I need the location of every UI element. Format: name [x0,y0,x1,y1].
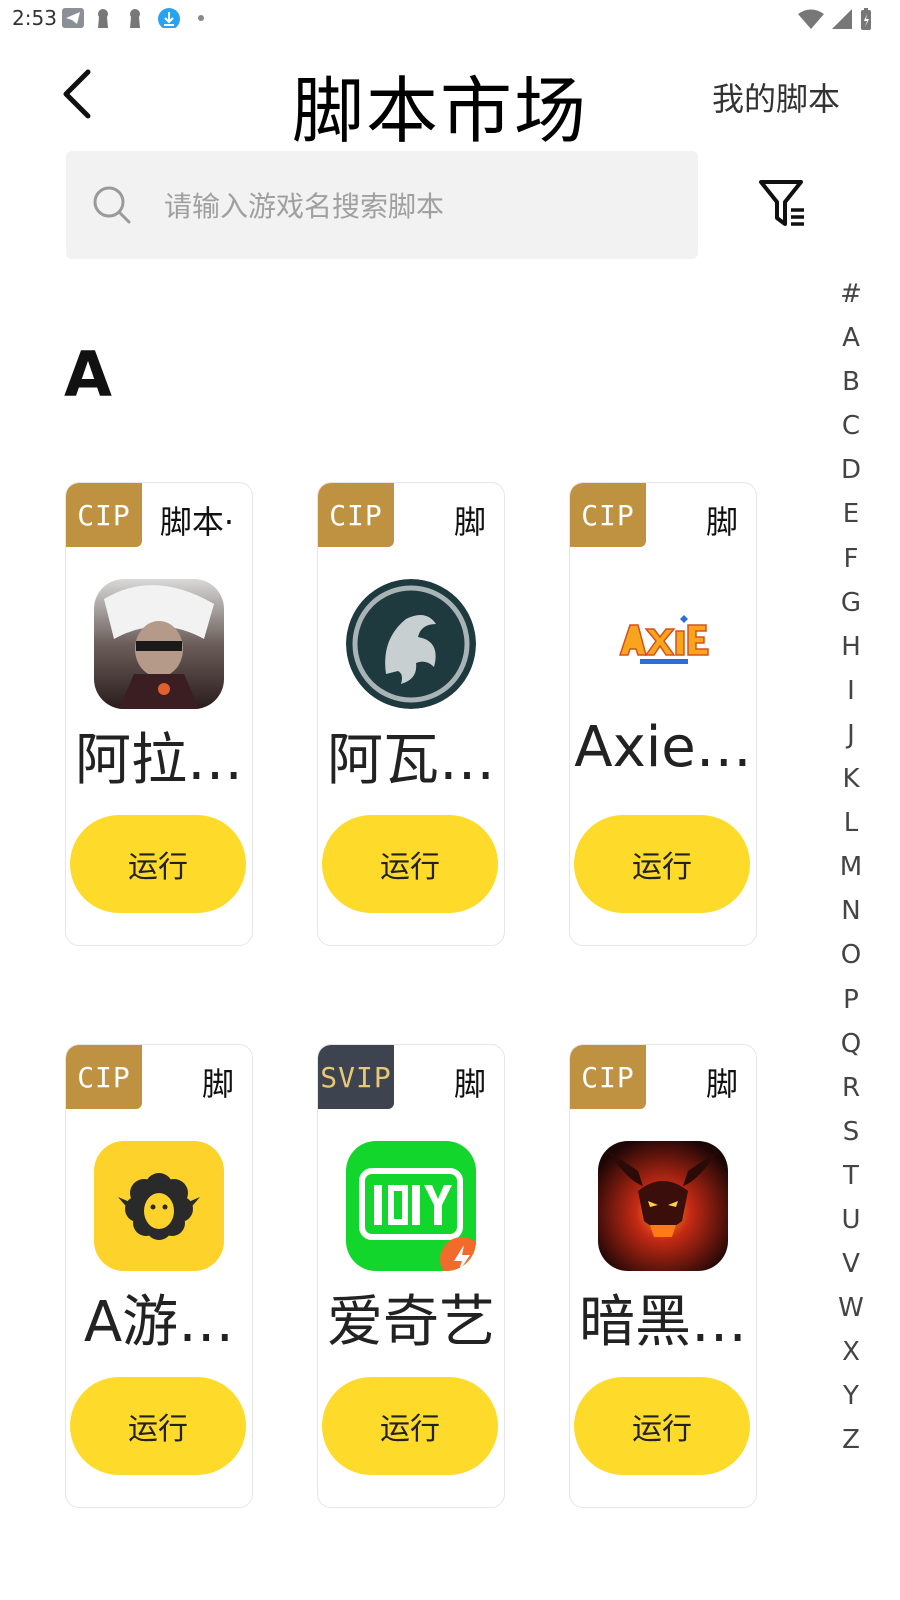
index-letter[interactable]: Z [830,1418,872,1462]
cip-badge: CIP [318,483,394,547]
cip-badge: CIP [66,1045,142,1109]
index-letter[interactable]: A [830,316,872,360]
keyhole-notification-icon-2 [130,9,140,28]
index-letter[interactable]: T [830,1154,872,1198]
card-tag: 脚本· [159,503,234,541]
index-letter[interactable]: G [830,581,872,625]
wifi-icon [798,9,824,29]
cip-badge: CIP [570,483,646,547]
iqiyi-app-icon [346,1141,476,1271]
index-letter[interactable]: Q [830,1022,872,1066]
script-card[interactable]: CIP 脚 阿瓦… 运行 [317,482,505,946]
status-bar: 2:53 [0,0,900,36]
search-icon [93,186,131,224]
dark-warrior-game-icon [94,579,224,709]
game-name: 暗黑… [579,1290,747,1355]
index-letter[interactable]: I [830,669,872,713]
script-card[interactable]: CIP 脚 A游… 运行 [65,1044,253,1508]
card-tag: 脚 [201,1065,234,1103]
status-time: 2:53 [12,6,57,30]
index-letter[interactable]: H [830,625,872,669]
axie-infinity-logo-icon [598,579,728,709]
index-letter[interactable]: F [830,537,872,581]
card-tag: 脚 [705,1065,738,1103]
script-card[interactable]: CIP 脚 暗黑… 运行 [569,1044,757,1508]
card-tag: 脚 [453,1065,486,1103]
battery-icon [861,8,871,30]
run-button[interactable]: 运行 [322,815,498,913]
index-letter[interactable]: # [830,272,872,316]
run-button[interactable]: 运行 [574,1377,750,1475]
search-bar[interactable] [66,151,698,259]
card-tag: 脚 [453,503,486,541]
index-letter[interactable]: X [830,1330,872,1374]
index-letter[interactable]: S [830,1110,872,1154]
index-letter[interactable]: O [830,933,872,977]
section-letter-heading: A [64,338,112,411]
index-letter[interactable]: P [830,978,872,1022]
index-letter[interactable]: E [830,492,872,536]
download-notification-icon [158,8,180,28]
run-button[interactable]: 运行 [574,815,750,913]
index-letter[interactable]: W [830,1286,872,1330]
script-card[interactable]: SVIP 脚 爱奇艺 运行 [317,1044,505,1508]
filter-icon[interactable] [758,178,806,230]
game-name: 阿拉… [75,728,243,793]
cip-badge: CIP [66,483,142,547]
index-letter[interactable]: B [830,360,872,404]
alphabet-index-bar[interactable]: # A B C D E F G H I J K L M N O P Q R S T U V W X Y Z [830,272,872,1463]
index-letter[interactable]: M [830,845,872,889]
script-card[interactable]: CIP 脚 Axie… 运行 [569,482,757,946]
more-notifications-dot-icon [198,15,204,21]
dragon-emblem-game-icon [346,579,476,709]
index-letter[interactable]: J [830,713,872,757]
game-name: A游… [83,1290,235,1355]
search-input[interactable] [162,181,666,231]
svip-badge: SVIP [318,1045,394,1109]
run-button[interactable]: 运行 [70,815,246,913]
index-letter[interactable]: R [830,1066,872,1110]
signal-icon [832,9,852,29]
keyhole-notification-icon [98,9,108,28]
script-card[interactable]: CIP 脚本· 阿拉… 运行 [65,482,253,946]
run-button[interactable]: 运行 [70,1377,246,1475]
run-button[interactable]: 运行 [322,1377,498,1475]
index-letter[interactable]: C [830,404,872,448]
diablo-demon-game-icon [598,1141,728,1271]
index-letter[interactable]: U [830,1198,872,1242]
game-name: 爱奇艺 [327,1290,495,1355]
cip-badge: CIP [570,1045,646,1109]
sheep-app-icon [94,1141,224,1271]
index-letter[interactable]: V [830,1242,872,1286]
card-tag: 脚 [705,503,738,541]
telegram-notification-icon [62,8,84,28]
index-letter[interactable]: K [830,757,872,801]
index-letter[interactable]: N [830,889,872,933]
index-letter[interactable]: D [830,448,872,492]
my-scripts-link[interactable]: 我的脚本 [712,74,840,120]
game-name: Axie… [574,715,752,780]
index-letter[interactable]: Y [830,1374,872,1418]
game-name: 阿瓦… [327,728,495,793]
index-letter[interactable]: L [830,801,872,845]
